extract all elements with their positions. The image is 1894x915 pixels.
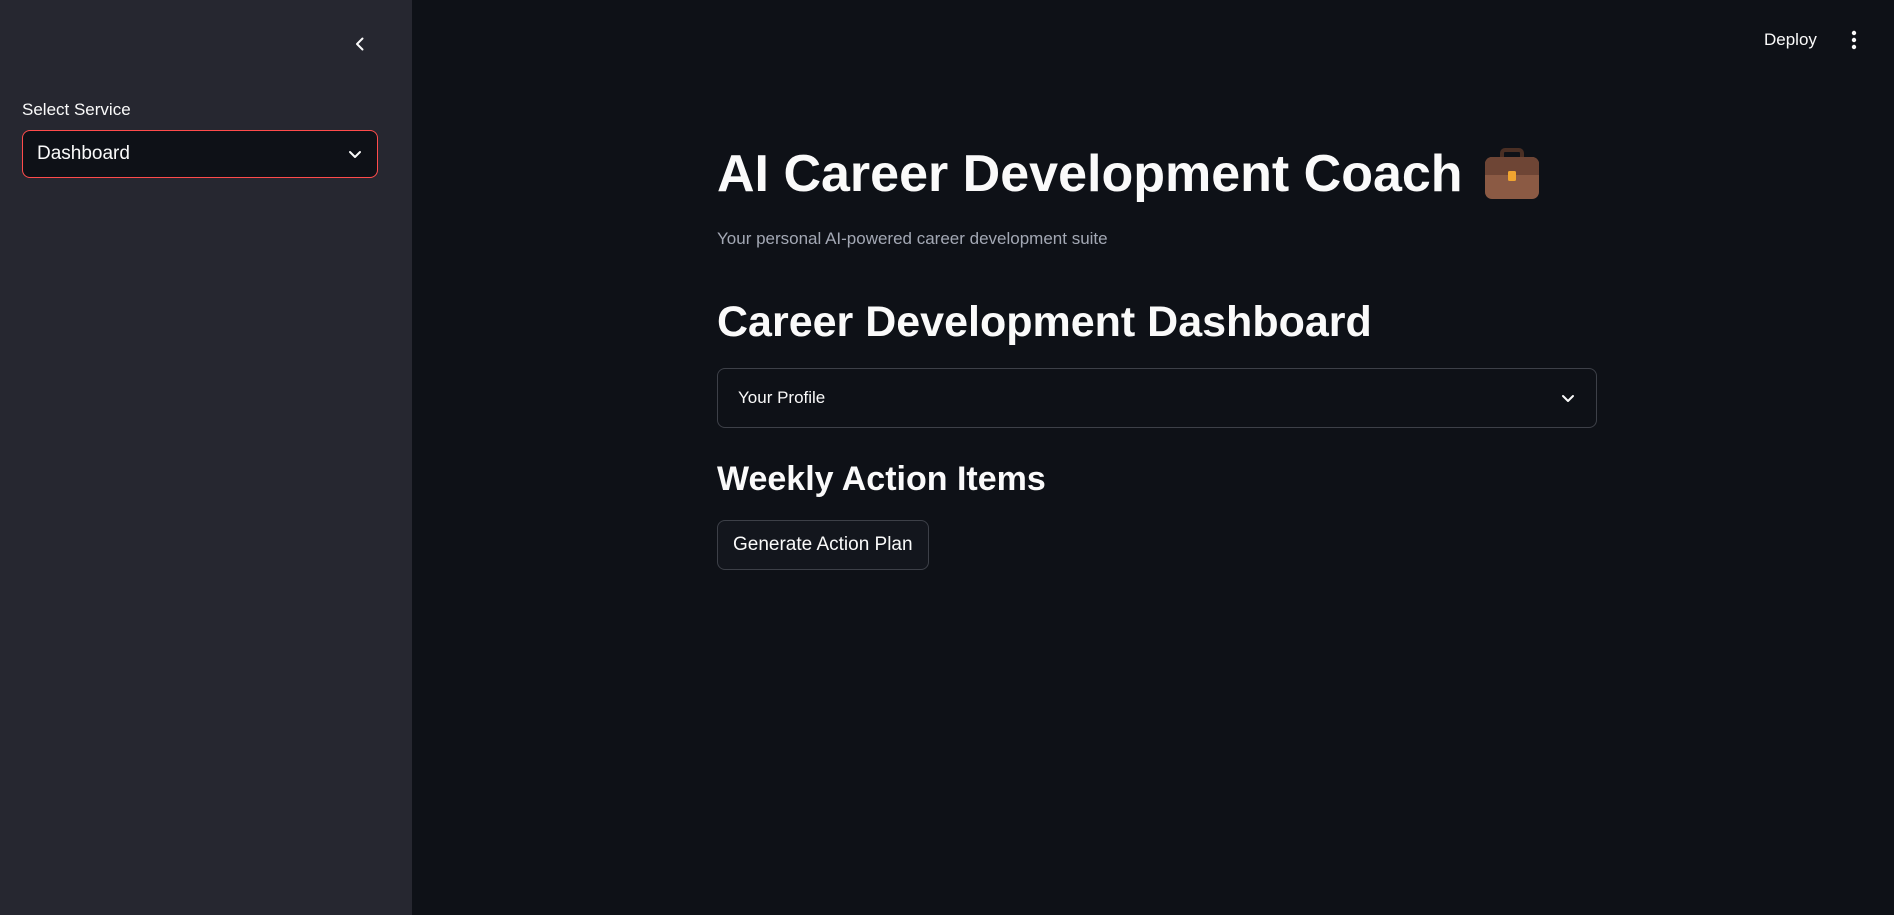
section-title: Career Development Dashboard (717, 298, 1372, 346)
profile-expander[interactable]: Your Profile (717, 368, 1597, 428)
collapse-sidebar-button[interactable] (344, 28, 376, 60)
briefcase-icon (1483, 147, 1541, 201)
generate-action-plan-button[interactable]: Generate Action Plan (717, 520, 929, 570)
weekly-action-items-title: Weekly Action Items (717, 460, 1046, 498)
page-subtitle: Your personal AI-powered career developm… (717, 229, 1108, 248)
chevron-down-icon (1562, 395, 1574, 402)
select-service-label: Select Service (22, 100, 131, 119)
sidebar: Select Service Dashboard (0, 0, 412, 915)
vertical-dots-icon (1851, 30, 1857, 50)
app-root: Select Service Dashboard Deploy AI Caree… (0, 0, 1894, 915)
chevron-down-icon (349, 151, 361, 158)
chevron-left-icon (356, 37, 364, 51)
main-menu-button[interactable] (1842, 26, 1866, 54)
service-select[interactable]: Dashboard (22, 130, 378, 178)
page-title: AI Career Development Coach (717, 140, 1541, 208)
service-select-value: Dashboard (37, 143, 130, 164)
profile-expander-label: Your Profile (738, 388, 826, 407)
page-title-text: AI Career Development Coach (717, 145, 1463, 203)
deploy-button[interactable]: Deploy (1758, 26, 1823, 54)
